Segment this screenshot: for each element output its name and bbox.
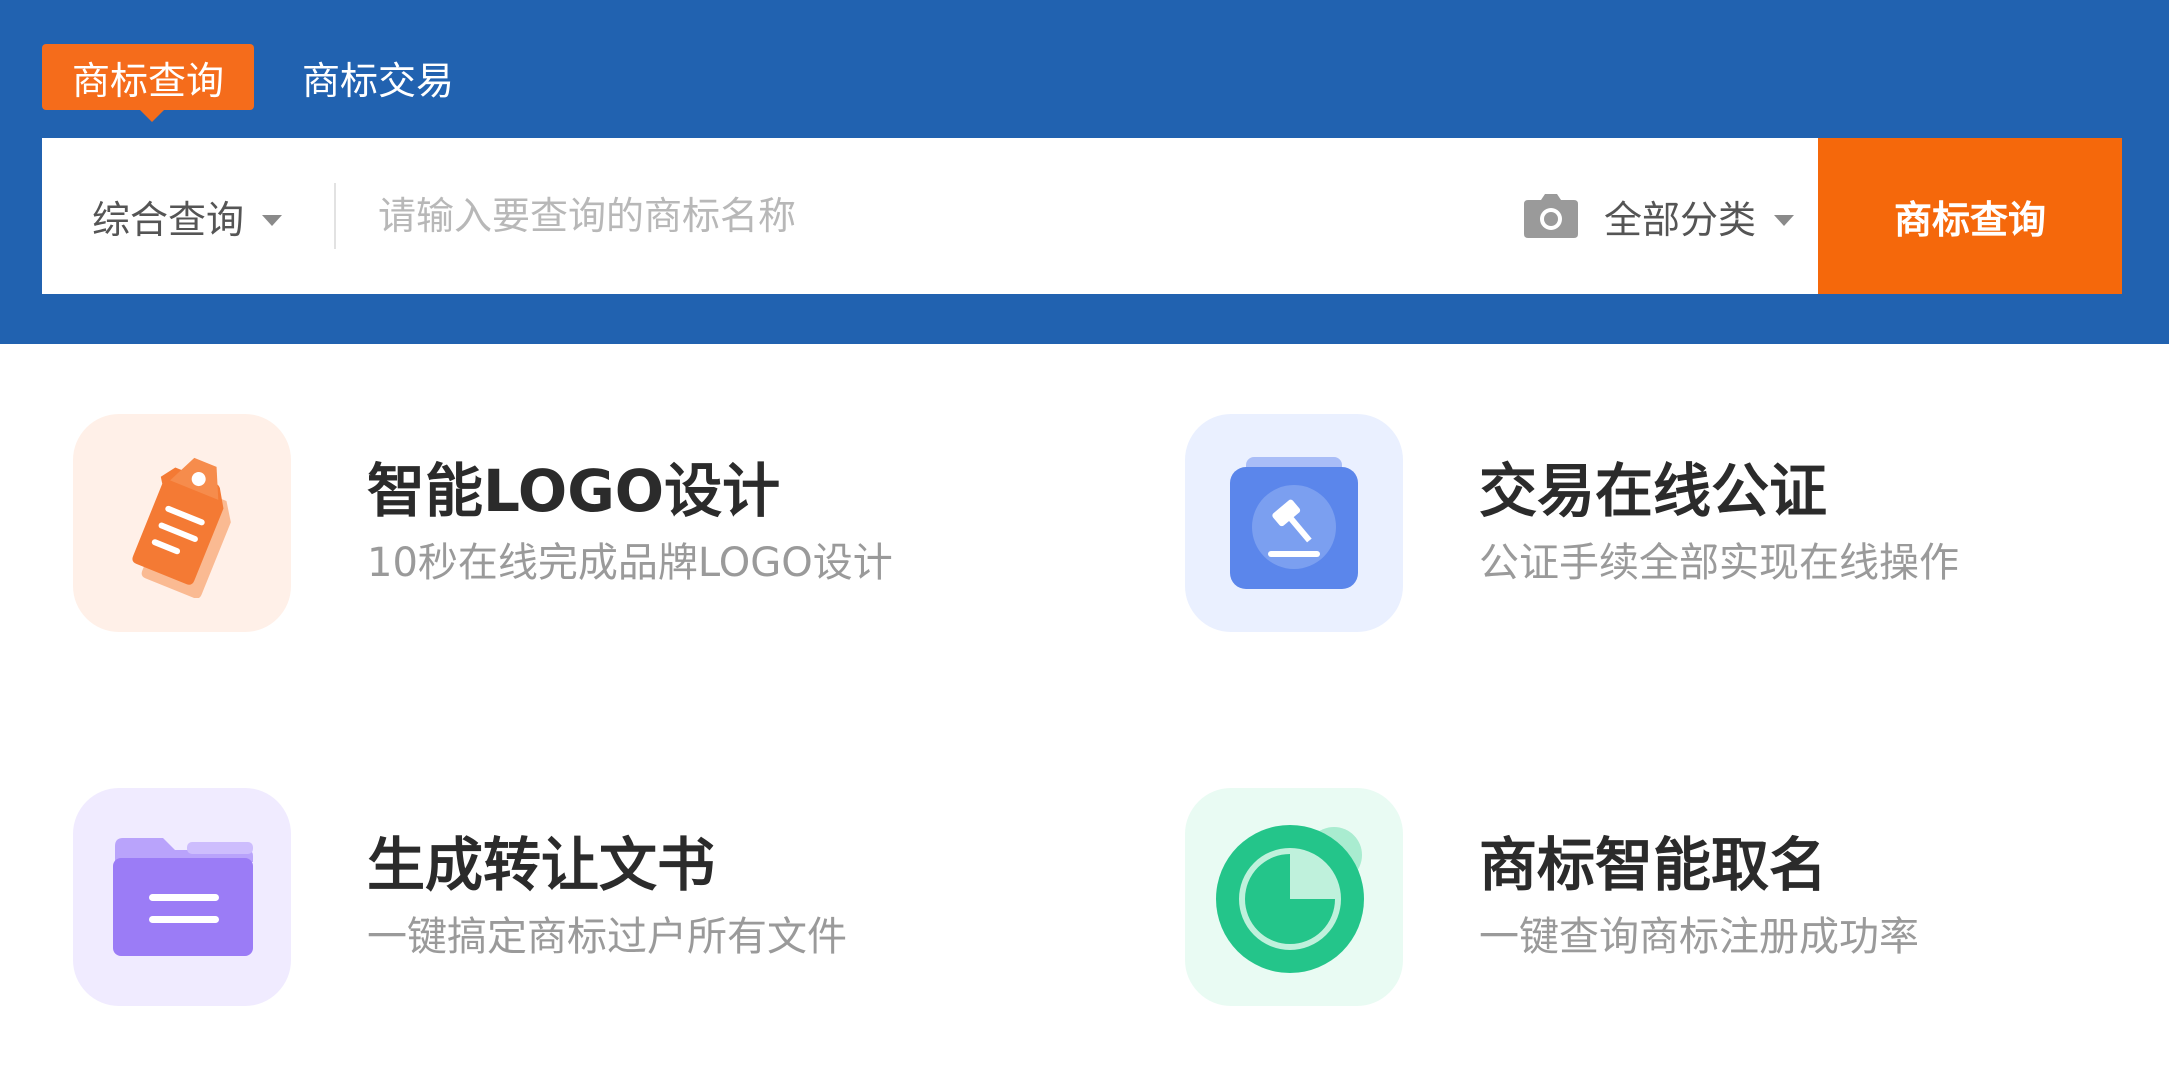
- feature-online-notarization[interactable]: 交易在线公证 公证手续全部实现在线操作: [1185, 414, 1959, 632]
- tab-trademark-search[interactable]: 商标查询: [42, 44, 254, 122]
- chevron-down-icon: [1774, 214, 1794, 226]
- tab-trademark-trade[interactable]: 商标交易: [302, 44, 454, 110]
- search-mode-label: 综合查询: [92, 197, 245, 242]
- feature-text: 生成转让文书 一键搞定商标过户所有文件: [367, 830, 847, 963]
- feature-logo-design[interactable]: 智能LOGO设计 10秒在线完成品牌LOGO设计: [73, 414, 893, 632]
- feature-title: 生成转让文书: [367, 830, 716, 899]
- feature-icon-box: [73, 414, 291, 632]
- feature-desc: 一键搞定商标过户所有文件: [367, 914, 847, 961]
- feature-transfer-documents[interactable]: 生成转让文书 一键搞定商标过户所有文件: [73, 788, 847, 1006]
- feature-icon-box: [1185, 414, 1403, 632]
- camera-icon[interactable]: [1523, 194, 1578, 238]
- search-input[interactable]: [336, 138, 1524, 294]
- feature-desc: 公证手续全部实现在线操作: [1479, 540, 1959, 587]
- feature-text: 智能LOGO设计 10秒在线完成品牌LOGO设计: [367, 456, 893, 589]
- category-dropdown[interactable]: 全部分类: [1604, 189, 1794, 244]
- search-button[interactable]: 商标查询: [1818, 138, 2122, 294]
- feature-title: 智能LOGO设计: [367, 456, 781, 525]
- search-mode-dropdown[interactable]: 综合查询: [42, 138, 334, 294]
- chevron-down-icon: [262, 214, 283, 226]
- search-bar: 综合查询 全部分类 商标查询: [42, 138, 2122, 294]
- folder-icon: [113, 838, 253, 956]
- feature-desc: 一键查询商标注册成功率: [1479, 914, 1919, 961]
- feature-title: 商标智能取名: [1479, 830, 1828, 899]
- search-tabs: 商标查询 商标交易: [42, 44, 454, 122]
- feature-smart-naming[interactable]: 商标智能取名 一键查询商标注册成功率: [1185, 788, 1919, 1006]
- feature-text: 交易在线公证 公证手续全部实现在线操作: [1479, 456, 1959, 589]
- feature-icon-box: [1185, 788, 1403, 1006]
- price-tag-icon: [132, 457, 231, 598]
- feature-desc: 10秒在线完成品牌LOGO设计: [367, 540, 893, 587]
- feature-text: 商标智能取名 一键查询商标注册成功率: [1479, 830, 1919, 963]
- feature-title: 交易在线公证: [1479, 456, 1828, 525]
- feature-icon-box: [73, 788, 291, 1006]
- gavel-icon: [1230, 457, 1358, 589]
- header-band: 商标查询 商标交易 综合查询 全部分类 商标查询: [0, 0, 2169, 344]
- category-label: 全部分类: [1603, 197, 1756, 242]
- pie-chart-icon: [1216, 825, 1364, 973]
